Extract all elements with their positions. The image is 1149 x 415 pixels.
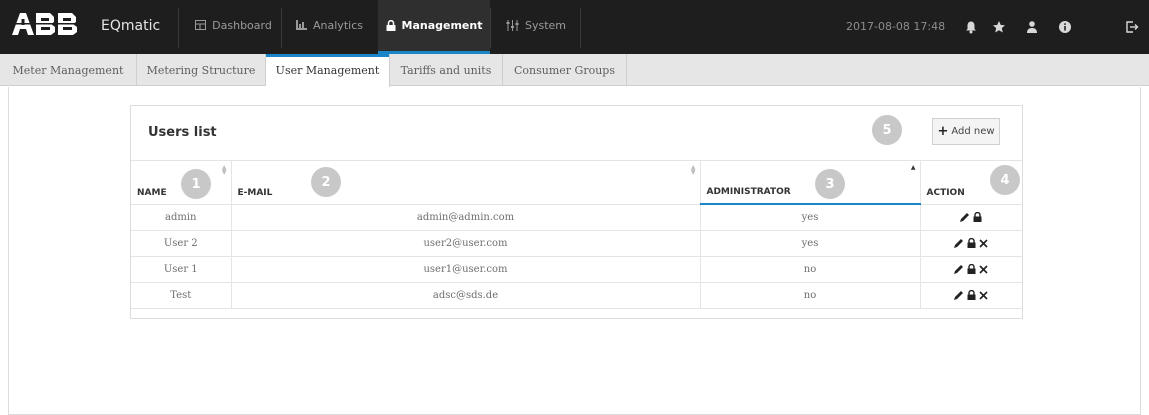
table-row: User 1 user1@user.com no	[131, 256, 1022, 283]
sort-icon: ▲ ▼	[221, 164, 227, 176]
nav-analytics[interactable]: Analytics	[282, 0, 377, 54]
cell-name: User 2	[131, 230, 232, 257]
callout-badge-3: 3	[815, 169, 845, 199]
cell-email: user2@user.com	[231, 230, 701, 257]
info-icon[interactable]	[1058, 20, 1072, 34]
bell-icon[interactable]	[964, 20, 978, 34]
cell-email: user1@user.com	[231, 256, 701, 283]
edit-icon[interactable]	[960, 212, 970, 222]
top-bar: EQmatic Dashboard Analytics Management S…	[0, 0, 1149, 54]
cell-actions	[920, 256, 1022, 283]
tab-label: Metering Structure	[146, 63, 256, 77]
nav-divider	[580, 8, 581, 48]
nav-management[interactable]: Management	[378, 0, 490, 54]
callout-badge-1: 1	[181, 169, 211, 199]
active-indicator	[266, 54, 389, 57]
edit-icon[interactable]	[954, 290, 964, 300]
dashboard-icon	[195, 20, 207, 30]
tab-user-management[interactable]: User Management	[266, 54, 390, 87]
lock-icon	[386, 19, 395, 31]
delete-icon[interactable]	[979, 264, 988, 274]
column-label: E-MAIL	[237, 187, 273, 198]
table-header-row: NAME ▲ ▼ E-MAIL ▲ ▼ ADMINISTRATOR ▲ ACTION	[131, 161, 1022, 205]
tab-meter-management[interactable]: Meter Management	[0, 54, 137, 86]
tab-label: Meter Management	[12, 63, 124, 77]
star-icon[interactable]	[992, 20, 1006, 34]
cell-actions	[920, 204, 1022, 231]
tab-label: Consumer Groups	[514, 63, 615, 77]
column-header-administrator[interactable]: ADMINISTRATOR ▲	[700, 161, 921, 205]
analytics-icon	[296, 20, 308, 30]
table-row: User 2 user2@user.com yes	[131, 230, 1022, 257]
cell-administrator: no	[700, 256, 921, 283]
cell-email: admin@admin.com	[231, 204, 701, 231]
nav-dashboard[interactable]: Dashboard	[186, 0, 281, 54]
column-label: ADMINISTRATOR	[706, 187, 791, 197]
lock-icon[interactable]	[967, 290, 976, 300]
column-label: ACTION	[926, 187, 965, 198]
nav-divider	[178, 8, 179, 48]
app-name: EQmatic	[101, 18, 161, 34]
cell-actions	[920, 230, 1022, 257]
abb-logo[interactable]	[12, 13, 84, 35]
cell-actions	[920, 282, 1022, 309]
management-subnav: Meter Management Metering Structure User…	[0, 54, 1149, 87]
nav-dashboard-label: Dashboard	[212, 18, 272, 32]
tab-label: Tariffs and units	[400, 63, 492, 77]
lock-icon[interactable]	[967, 238, 976, 248]
lock-icon[interactable]	[967, 264, 976, 274]
cell-administrator: yes	[700, 230, 921, 257]
callout-badge-5: 5	[872, 115, 902, 145]
tab-tariffs-and-units[interactable]: Tariffs and units	[390, 54, 503, 86]
logout-icon[interactable]	[1125, 20, 1139, 34]
callout-badge-4: 4	[990, 165, 1020, 195]
nav-divider	[490, 8, 491, 48]
panel-title: Users list	[148, 125, 217, 140]
cell-name: Test	[131, 282, 232, 309]
cell-administrator: yes	[700, 204, 921, 231]
table-row: admin admin@admin.com yes	[131, 204, 1022, 231]
callout-badge-2: 2	[311, 167, 341, 197]
edit-icon[interactable]	[954, 238, 964, 248]
tab-consumer-groups[interactable]: Consumer Groups	[503, 54, 627, 86]
nav-system-label: System	[524, 18, 567, 32]
datetime: 2017-08-08 17:48	[846, 20, 946, 33]
add-new-label: Add new	[951, 126, 995, 137]
column-header-email[interactable]: E-MAIL ▲ ▼	[231, 161, 701, 205]
system-icon	[506, 19, 519, 31]
edit-icon[interactable]	[954, 264, 964, 274]
tab-label: User Management	[275, 64, 380, 77]
nav-management-label: Management	[401, 18, 483, 32]
sort-asc-icon: ▲	[910, 164, 916, 171]
cell-administrator: no	[700, 282, 921, 309]
lock-icon[interactable]	[973, 212, 982, 222]
nav-analytics-label: Analytics	[313, 18, 363, 32]
nav-system[interactable]: System	[496, 0, 576, 54]
plus-icon: +	[937, 124, 949, 139]
table-row: Test adsc@sds.de no	[131, 282, 1022, 309]
cell-email: adsc@sds.de	[231, 282, 701, 309]
user-icon[interactable]	[1025, 20, 1039, 34]
delete-icon[interactable]	[979, 238, 988, 248]
users-table: NAME ▲ ▼ E-MAIL ▲ ▼ ADMINISTRATOR ▲ ACTION…	[131, 161, 1022, 309]
tab-metering-structure[interactable]: Metering Structure	[137, 54, 266, 86]
add-new-button[interactable]: + Add new	[932, 118, 1000, 145]
delete-icon[interactable]	[979, 290, 988, 300]
cell-name: admin	[131, 204, 232, 231]
cell-name: User 1	[131, 256, 232, 283]
sort-icon: ▲ ▼	[690, 164, 696, 176]
column-label: NAME	[137, 187, 167, 198]
